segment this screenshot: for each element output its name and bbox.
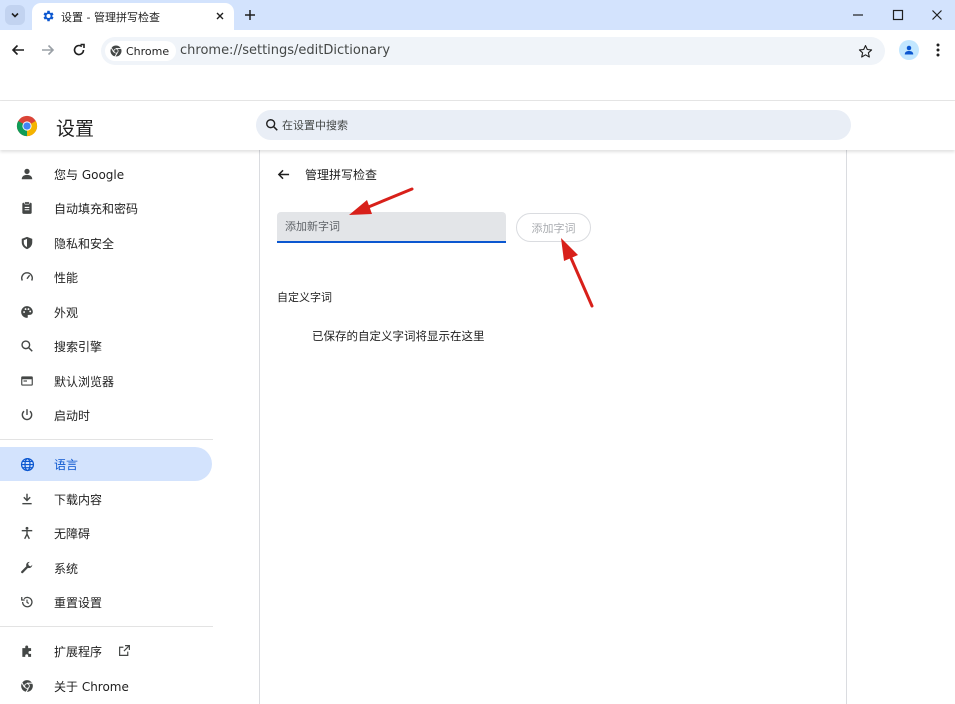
sidebar-item-label: 系统 xyxy=(54,562,79,576)
empty-list-message: 已保存的自定义字词将显示在这里 xyxy=(312,329,485,343)
tab-strip: 设置 - 管理拼写检查 xyxy=(0,0,955,30)
page-title: 管理拼写检查 xyxy=(305,168,378,182)
clipboard-icon xyxy=(19,200,35,216)
person-icon xyxy=(904,45,914,55)
chrome-logo-icon xyxy=(16,115,38,137)
settings-search[interactable] xyxy=(256,110,851,140)
search-icon xyxy=(19,338,35,354)
globe-icon xyxy=(19,456,35,472)
url-text[interactable]: chrome://settings/editDictionary xyxy=(180,43,390,58)
sidebar-item-downloads[interactable]: 下载内容 xyxy=(0,482,212,516)
open-in-new-icon xyxy=(119,645,130,656)
sidebar-item-performance[interactable]: 性能 xyxy=(0,260,212,294)
back-to-languages-button[interactable] xyxy=(274,165,292,183)
browser-toolbar: Chrome chrome://settings/editDictionary xyxy=(0,30,955,72)
palette-icon xyxy=(19,304,35,320)
sidebar-item-privacy[interactable]: 隐私和安全 xyxy=(0,226,212,260)
sidebar-item-you-and-google[interactable]: 您与 Google xyxy=(0,157,212,191)
settings-sidebar: 您与 Google 自动填充和密码 隐私和安全 性能 外观 搜索引擎 默认浏览器… xyxy=(0,150,225,704)
settings-title: 设置 xyxy=(56,118,95,140)
minimize-button[interactable] xyxy=(847,4,869,26)
settings-search-input[interactable] xyxy=(282,110,842,140)
spellcheck-card: 管理拼写检查 添加字词 自定义字词 已保存的自定义字词将显示在这里 xyxy=(259,150,847,704)
sidebar-item-label: 外观 xyxy=(54,306,79,320)
profile-button[interactable] xyxy=(899,40,919,60)
chevron-down-icon xyxy=(11,12,19,18)
custom-words-heading: 自定义字词 xyxy=(277,291,332,304)
sidebar-item-label: 自动填充和密码 xyxy=(54,202,139,216)
sidebar-item-on-startup[interactable]: 启动时 xyxy=(0,398,212,432)
sidebar-item-label: 语言 xyxy=(54,458,79,472)
maximize-button[interactable] xyxy=(887,4,909,26)
speedometer-icon xyxy=(19,269,35,285)
power-icon xyxy=(19,407,35,423)
sidebar-item-appearance[interactable]: 外观 xyxy=(0,295,212,329)
add-word-input[interactable] xyxy=(277,212,506,243)
sidebar-item-label: 关于 Chrome xyxy=(54,680,129,694)
sidebar-item-default-browser[interactable]: 默认浏览器 xyxy=(0,364,212,398)
site-info-chip[interactable]: Chrome xyxy=(105,41,177,61)
sidebar-item-reset[interactable]: 重置设置 xyxy=(0,585,212,619)
sidebar-item-label: 搜索引擎 xyxy=(54,340,103,354)
sidebar-divider xyxy=(0,439,213,440)
settings-header: 设置 xyxy=(0,101,955,150)
browser-window-icon xyxy=(19,373,35,389)
sidebar-item-system[interactable]: 系统 xyxy=(0,551,212,585)
active-tab[interactable]: 设置 - 管理拼写检查 xyxy=(32,3,234,30)
history-icon xyxy=(19,594,35,610)
sidebar-item-label: 启动时 xyxy=(54,409,91,423)
close-window-button[interactable] xyxy=(926,4,948,26)
bookmark-button[interactable] xyxy=(855,41,875,61)
chrome-icon xyxy=(110,45,122,57)
arrow-right-icon xyxy=(42,44,55,56)
address-bar[interactable]: Chrome chrome://settings/editDictionary xyxy=(101,37,885,65)
back-button[interactable] xyxy=(8,40,28,60)
reload-button[interactable] xyxy=(69,40,89,60)
sidebar-item-search-engine[interactable]: 搜索引擎 xyxy=(0,329,212,363)
plus-icon xyxy=(245,10,255,20)
sidebar-item-about-chrome[interactable]: 关于 Chrome xyxy=(0,669,212,703)
person-icon xyxy=(19,166,35,182)
forward-button[interactable] xyxy=(38,40,58,60)
sidebar-item-label: 性能 xyxy=(54,271,79,285)
add-word-button[interactable]: 添加字词 xyxy=(516,213,591,242)
sidebar-item-accessibility[interactable]: 无障碍 xyxy=(0,516,212,550)
sidebar-item-label: 隐私和安全 xyxy=(54,237,115,251)
close-icon xyxy=(932,10,942,20)
minimize-icon xyxy=(853,14,863,16)
arrow-left-icon xyxy=(277,169,289,179)
chrome-icon xyxy=(19,678,35,694)
sidebar-item-autofill[interactable]: 自动填充和密码 xyxy=(0,191,212,225)
shield-icon xyxy=(19,235,35,251)
menu-button[interactable] xyxy=(929,40,947,60)
sidebar-item-label: 扩展程序 xyxy=(54,645,103,659)
sidebar-item-label: 默认浏览器 xyxy=(54,375,115,389)
tab-search-button[interactable] xyxy=(5,5,25,25)
tab-close-button[interactable] xyxy=(212,8,228,24)
arrow-left-icon xyxy=(11,44,24,56)
gear-icon xyxy=(43,10,54,22)
search-icon xyxy=(266,119,278,131)
close-icon xyxy=(216,12,224,20)
reload-icon xyxy=(73,43,85,56)
sidebar-item-label: 您与 Google xyxy=(54,168,125,182)
puzzle-icon xyxy=(19,643,35,659)
wrench-icon xyxy=(19,560,35,576)
download-icon xyxy=(19,491,35,507)
more-vert-icon xyxy=(936,43,940,57)
sidebar-divider xyxy=(0,626,213,627)
maximize-icon xyxy=(892,9,904,21)
star-icon xyxy=(858,44,872,58)
new-tab-button[interactable] xyxy=(241,6,259,24)
site-chip-label: Chrome xyxy=(126,44,170,58)
sidebar-item-extensions[interactable]: 扩展程序 xyxy=(0,634,212,668)
sidebar-item-languages[interactable]: 语言 xyxy=(0,447,212,481)
sidebar-item-label: 重置设置 xyxy=(54,596,103,610)
sidebar-item-label: 无障碍 xyxy=(54,527,91,541)
tab-title: 设置 - 管理拼写检查 xyxy=(61,11,160,24)
accessibility-icon xyxy=(19,525,35,541)
sidebar-item-label: 下载内容 xyxy=(54,493,103,507)
